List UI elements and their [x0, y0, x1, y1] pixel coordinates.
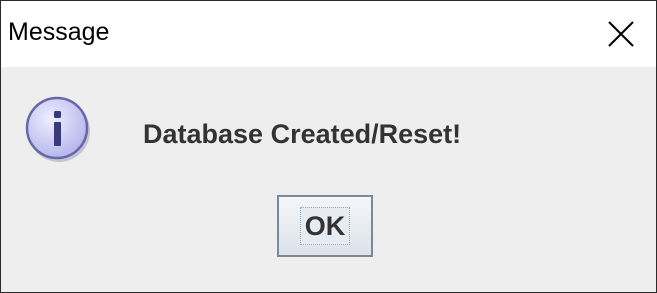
ok-button[interactable]: OK — [277, 195, 373, 257]
title-bar: Message — [1, 1, 656, 67]
dialog-message: Database Created/Reset! — [143, 119, 462, 149]
info-icon — [25, 96, 90, 162]
close-button[interactable] — [586, 1, 656, 67]
message-dialog-window: Message Database Created/Reset! OK — [0, 0, 657, 293]
dialog-content: Database Created/Reset! OK — [1, 67, 656, 292]
ok-button-label: OK — [299, 207, 351, 245]
close-icon — [608, 21, 634, 47]
window-title: Message — [8, 18, 110, 46]
